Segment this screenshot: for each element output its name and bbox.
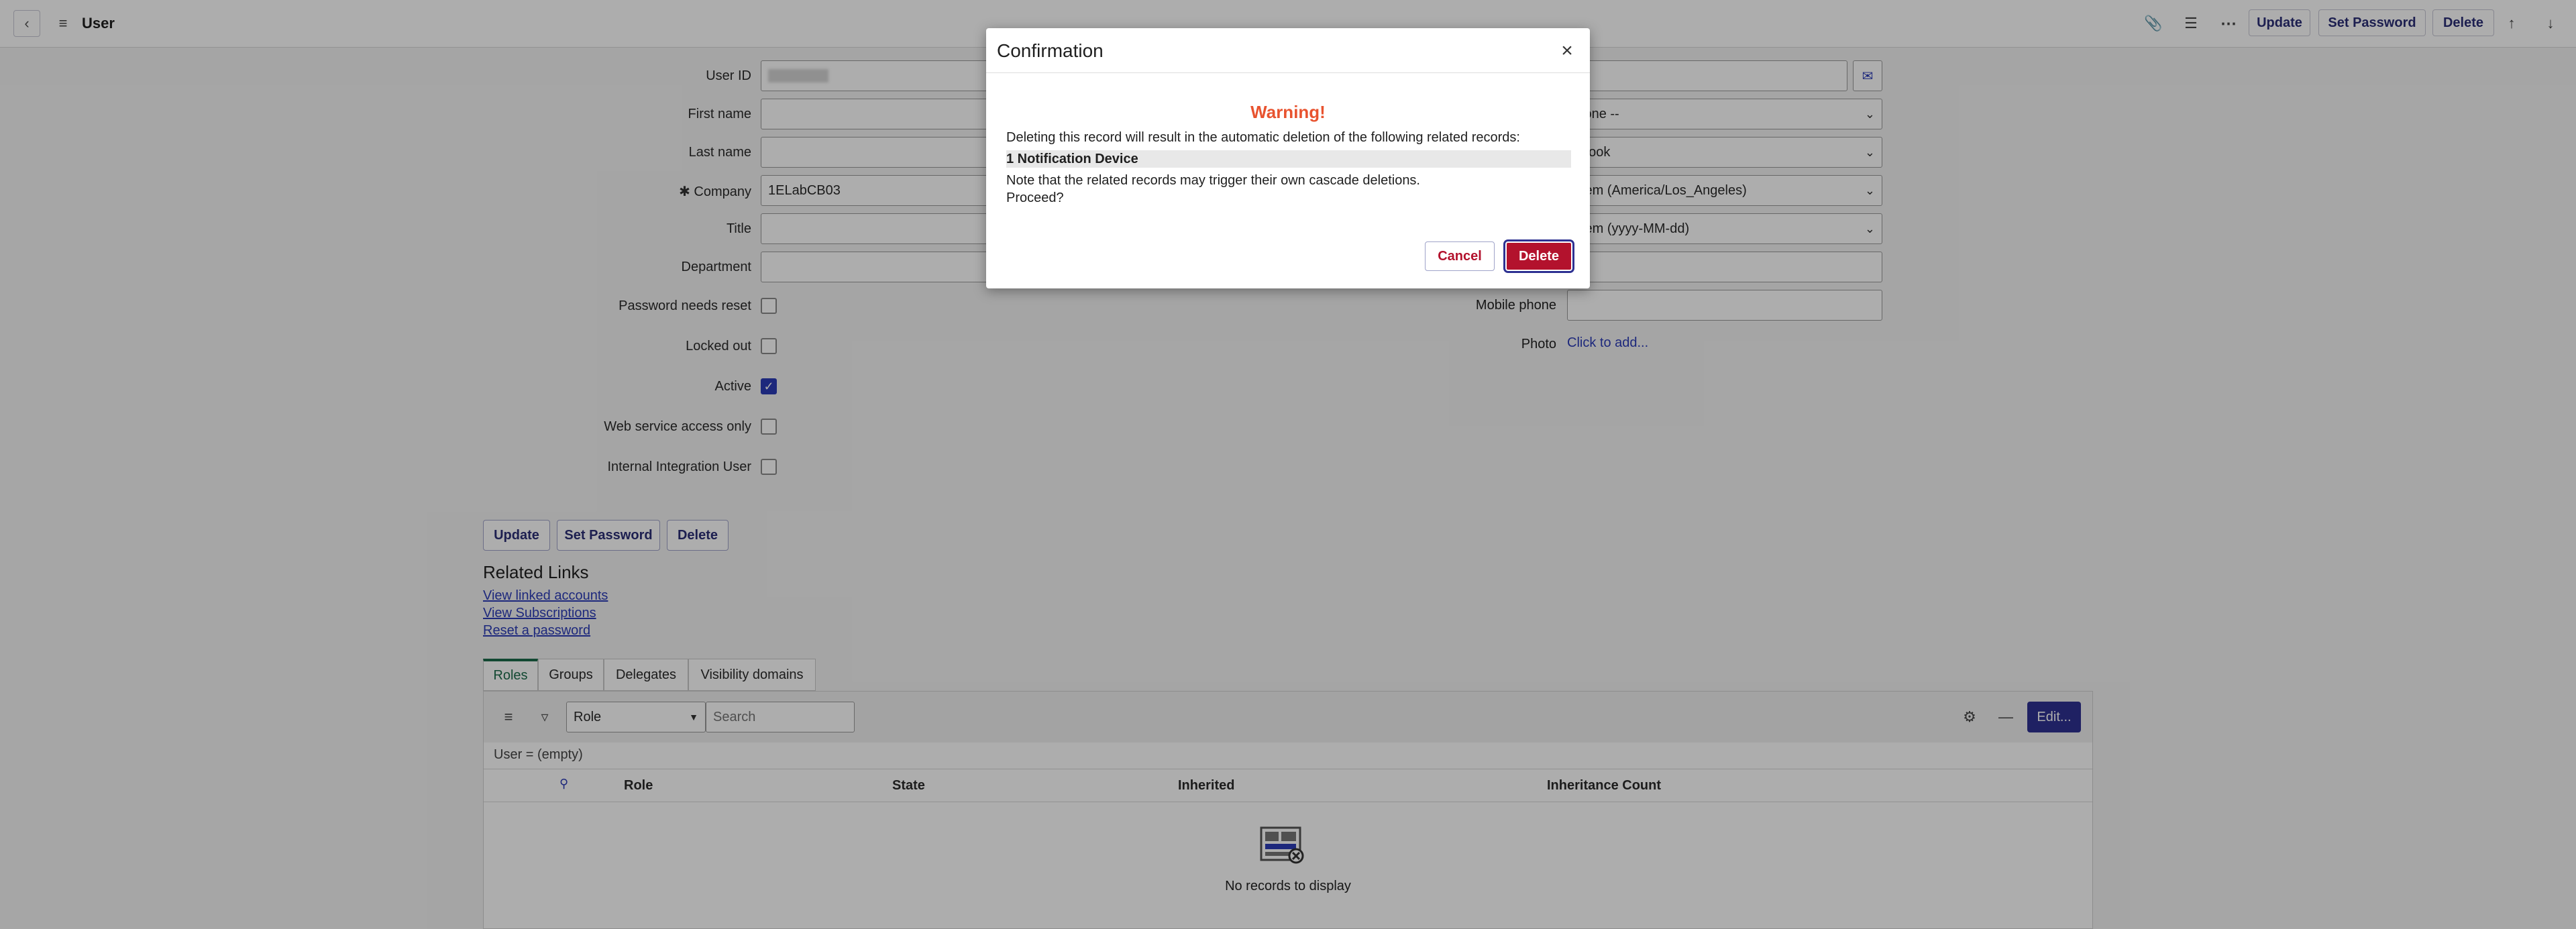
cascade-note: Note that the related records may trigge… [1006, 173, 1420, 188]
confirmation-dialog: Confirmation × Warning! Deleting this re… [986, 28, 1590, 288]
dialog-delete-button[interactable]: Delete [1505, 241, 1572, 271]
dialog-cancel-button[interactable]: Cancel [1425, 241, 1495, 271]
proceed-question: Proceed? [1006, 190, 1064, 205]
close-icon: × [1561, 40, 1573, 62]
warning-heading: Warning! [1250, 102, 1326, 122]
related-record-text: 1 Notification Device [1006, 152, 1138, 166]
dialog-divider [986, 72, 1590, 73]
related-record-item: 1 Notification Device [1006, 150, 1571, 168]
dialog-title: Confirmation [997, 40, 1104, 61]
warning-message: Deleting this record will result in the … [1006, 130, 1520, 145]
dialog-close-button[interactable]: × [1555, 39, 1579, 63]
